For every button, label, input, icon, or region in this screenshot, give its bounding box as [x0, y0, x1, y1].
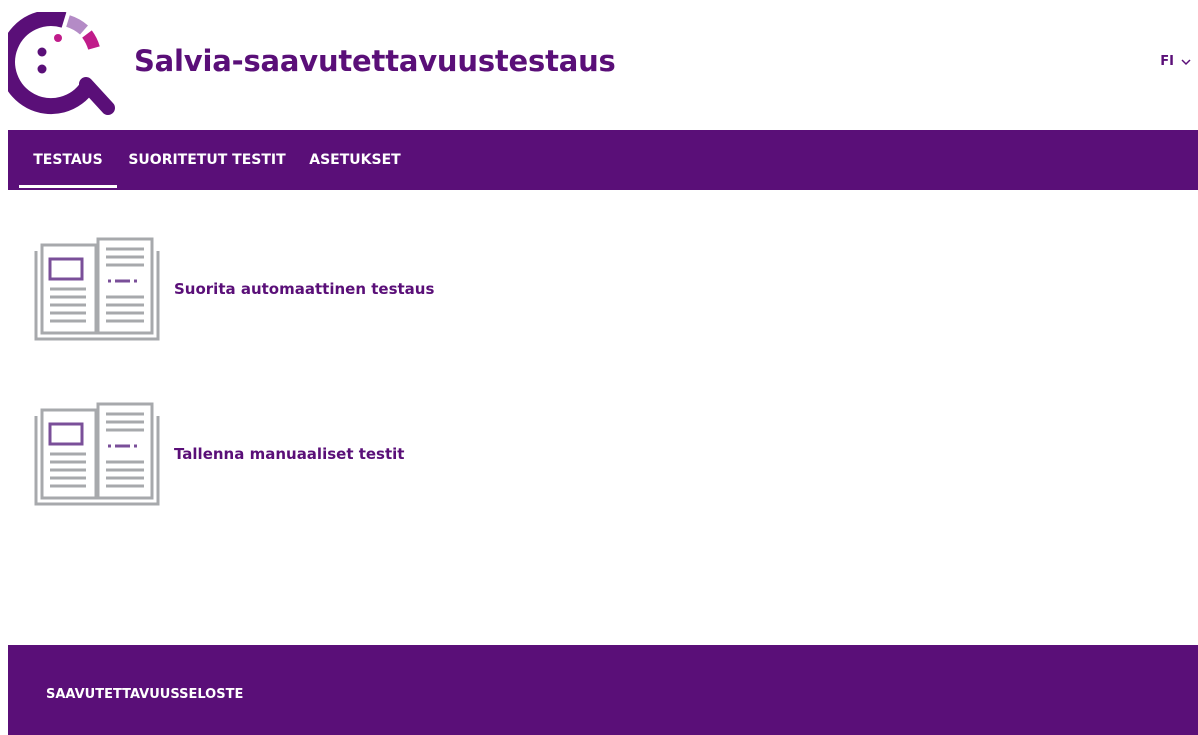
- manual-tests-card[interactable]: Tallenna manuaaliset testit: [34, 402, 534, 506]
- tab-suoritetut-testit[interactable]: SUORITETUT TESTIT: [128, 130, 285, 190]
- automatic-testing-label: Suorita automaattinen testaus: [174, 280, 435, 298]
- open-book-icon: [34, 402, 160, 506]
- tab-asetukset[interactable]: ASETUKSET: [308, 130, 402, 190]
- app-title: Salvia-saavutettavuustestaus: [134, 44, 616, 78]
- main-nav: TESTAUS SUORITETUT TESTIT ASETUKSET: [8, 130, 1198, 190]
- tab-testaus[interactable]: TESTAUS: [19, 130, 117, 190]
- chevron-down-icon: [1181, 58, 1191, 65]
- manual-tests-label: Tallenna manuaaliset testit: [174, 445, 405, 463]
- language-label: FI: [1160, 54, 1174, 69]
- site-footer: SAAVUTETTAVUUSSELOSTE: [8, 645, 1198, 735]
- page: Salvia-saavutettavuustestaus FI TESTAUS …: [0, 0, 1198, 735]
- accessibility-statement-link[interactable]: SAAVUTETTAVUUSSELOSTE: [46, 687, 243, 702]
- site-header: Salvia-saavutettavuustestaus FI: [0, 0, 1198, 130]
- open-book-icon: [34, 237, 160, 341]
- magnifier-logo-icon[interactable]: [8, 12, 116, 118]
- language-selector[interactable]: FI: [1160, 54, 1192, 69]
- automatic-testing-card[interactable]: Suorita automaattinen testaus: [34, 237, 534, 341]
